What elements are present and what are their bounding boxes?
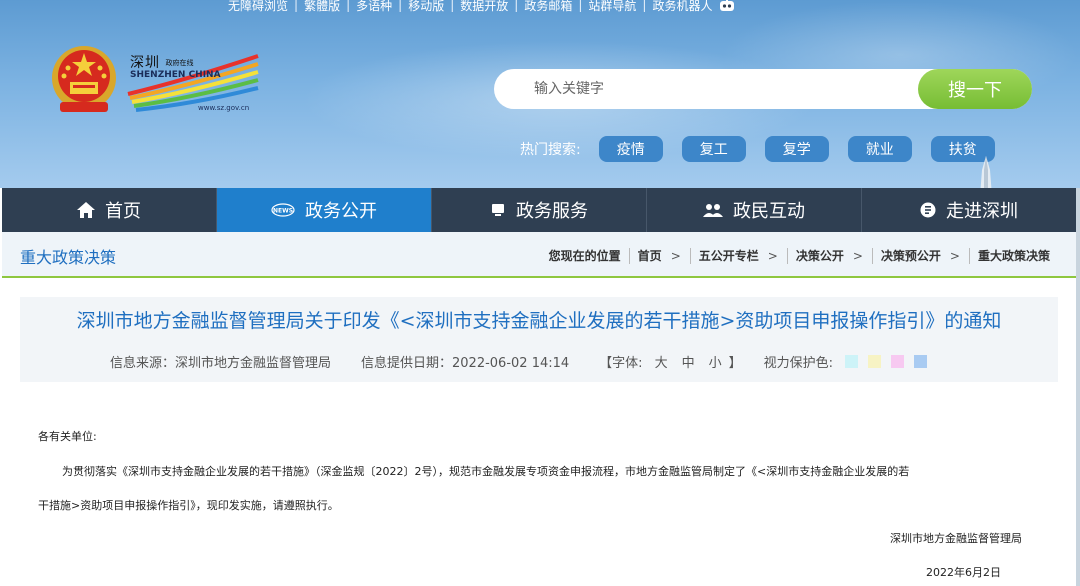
hot-search-bar: 热门搜索: 疫情 复工 复学 就业 扶贫 <box>520 136 1014 162</box>
hot-tag-epidemic[interactable]: 疫情 <box>598 136 663 162</box>
nav-item-label: 政务服务 <box>516 201 588 222</box>
article-paragraph: 为贯彻落实《深圳市支持金融企业发展的若干措施》（深金监规〔2022〕2号），规范… <box>62 465 910 478</box>
eye-color-yellow[interactable] <box>868 355 882 368</box>
breadcrumb-bar: 重大政策决策 您现在的位置 首页 > 五公开专栏 > 决策公开 > 决策预公开 … <box>2 232 1076 278</box>
font-size-large[interactable]: 大 <box>655 352 668 371</box>
breadcrumb-home[interactable]: 首页 <box>638 247 662 264</box>
brand-url: www.sz.gov.cn <box>198 104 250 112</box>
brand-name-cn: 深圳 政府在线 <box>130 55 194 71</box>
font-size-medium[interactable]: 中 <box>682 352 695 371</box>
search-box: 搜一下 <box>494 69 1032 109</box>
article-date: 信息提供日期：2022-06-02 14:14 <box>361 356 570 371</box>
hot-tag-employment[interactable]: 就业 <box>847 136 912 162</box>
breadcrumb-five-open[interactable]: 五公开专栏 <box>699 247 759 264</box>
nav-item-label: 走进深圳 <box>946 201 1018 222</box>
search-input[interactable] <box>534 77 904 101</box>
eye-color-blue[interactable] <box>914 355 928 368</box>
top-link-open-data[interactable]: 数据开放 <box>460 0 508 14</box>
chevron-right-icon: > <box>670 248 681 263</box>
chevron-right-icon: > <box>767 248 778 263</box>
breadcrumb-major-policy[interactable]: 重大政策决策 <box>978 247 1050 264</box>
article-meta: 信息来源：深圳市地方金融监督管理局 信息提供日期：2022-06-02 14:1… <box>110 352 928 371</box>
article-sign-date: 2022年6月2日 <box>926 566 1001 579</box>
article-paragraph: 干措施>资助项目申报操作指引》，现印发实施，请遵照执行。 <box>38 499 339 512</box>
breadcrumb: 您现在的位置 首页 > 五公开专栏 > 决策公开 > 决策预公开 > 重大政策决… <box>549 247 1050 264</box>
chevron-right-icon: > <box>852 248 863 263</box>
nav-item-gov-service[interactable]: 政务服务 <box>432 188 647 232</box>
section-title[interactable]: 重大政策决策 <box>20 244 116 268</box>
people-icon <box>703 204 723 217</box>
article-header: 深圳市地方金融监督管理局关于印发《<深圳市支持金融企业发展的若干措施>资助项目申… <box>20 297 1058 382</box>
info-icon <box>920 202 936 218</box>
top-link-site-nav[interactable]: 站群导航 <box>588 0 636 14</box>
top-link-mobile[interactable]: 移动版 <box>408 0 444 14</box>
article-salutation: 各有关单位: <box>38 430 97 443</box>
nav-item-home[interactable]: 首页 <box>2 188 217 232</box>
font-size-close: 】 <box>728 356 742 371</box>
location-label: 您现在的位置 <box>548 249 621 263</box>
nav-item-label: 首页 <box>105 201 141 222</box>
eye-color-pink[interactable] <box>891 355 905 368</box>
nav-item-interaction[interactable]: 政民互动 <box>647 188 862 232</box>
article-source: 信息来源：深圳市地方金融监督管理局 <box>110 356 332 371</box>
top-link-accessibility[interactable]: 无障碍浏览 <box>228 0 288 14</box>
nav-item-gov-affairs[interactable]: NEWS 政务公开 <box>217 188 432 232</box>
eye-protect-label: 视力保护色: <box>763 356 834 371</box>
top-links-bar: 无障碍浏览 | 繁體版 | 多语种 | 移动版 | 数据开放 | 政务邮箱 | … <box>228 0 736 16</box>
hot-tag-resume-school[interactable]: 复学 <box>764 136 829 162</box>
top-link-traditional[interactable]: 繁體版 <box>304 0 340 14</box>
robot-icon[interactable] <box>718 0 736 12</box>
home-icon <box>77 202 95 218</box>
search-button[interactable]: 搜一下 <box>918 69 1032 109</box>
article-title: 深圳市地方金融监督管理局关于印发《<深圳市支持金融企业发展的若干措施>资助项目申… <box>76 310 1002 332</box>
top-link-gov-robot[interactable]: 政务机器人 <box>652 0 712 14</box>
nav-item-label: 政民互动 <box>733 201 805 222</box>
nav-item-explore-shenzhen[interactable]: 走进深圳 <box>862 188 1076 232</box>
eye-color-cyan[interactable] <box>845 355 859 368</box>
chevron-right-icon: > <box>949 248 960 263</box>
breadcrumb-decision-pre-open[interactable]: 决策预公开 <box>881 247 941 264</box>
monitor-icon <box>492 204 504 216</box>
brand-name-en: SHENZHEN CHINA <box>130 70 221 80</box>
breadcrumb-decision-open[interactable]: 决策公开 <box>796 247 844 264</box>
font-size-label: 【字体: <box>599 356 643 371</box>
hot-tag-resume-work[interactable]: 复工 <box>681 136 746 162</box>
article-signer: 深圳市地方金融监督管理局 <box>890 532 1022 545</box>
main-nav: 首页 NEWS 政务公开 政务服务 政民互动 走进深圳 <box>2 188 1076 232</box>
top-link-gov-mail[interactable]: 政务邮箱 <box>524 0 572 14</box>
nav-item-label: 政务公开 <box>305 201 377 222</box>
top-link-languages[interactable]: 多语种 <box>356 0 392 14</box>
page-scrollbar[interactable] <box>1076 188 1080 586</box>
brand-name-cn-small: 政府在线 <box>165 59 194 67</box>
font-size-small[interactable]: 小 <box>709 352 722 371</box>
hot-search-label: 热门搜索: <box>520 142 581 158</box>
news-icon: NEWS <box>271 203 295 217</box>
svg-text:NEWS: NEWS <box>273 208 293 215</box>
national-emblem-icon <box>52 46 116 112</box>
